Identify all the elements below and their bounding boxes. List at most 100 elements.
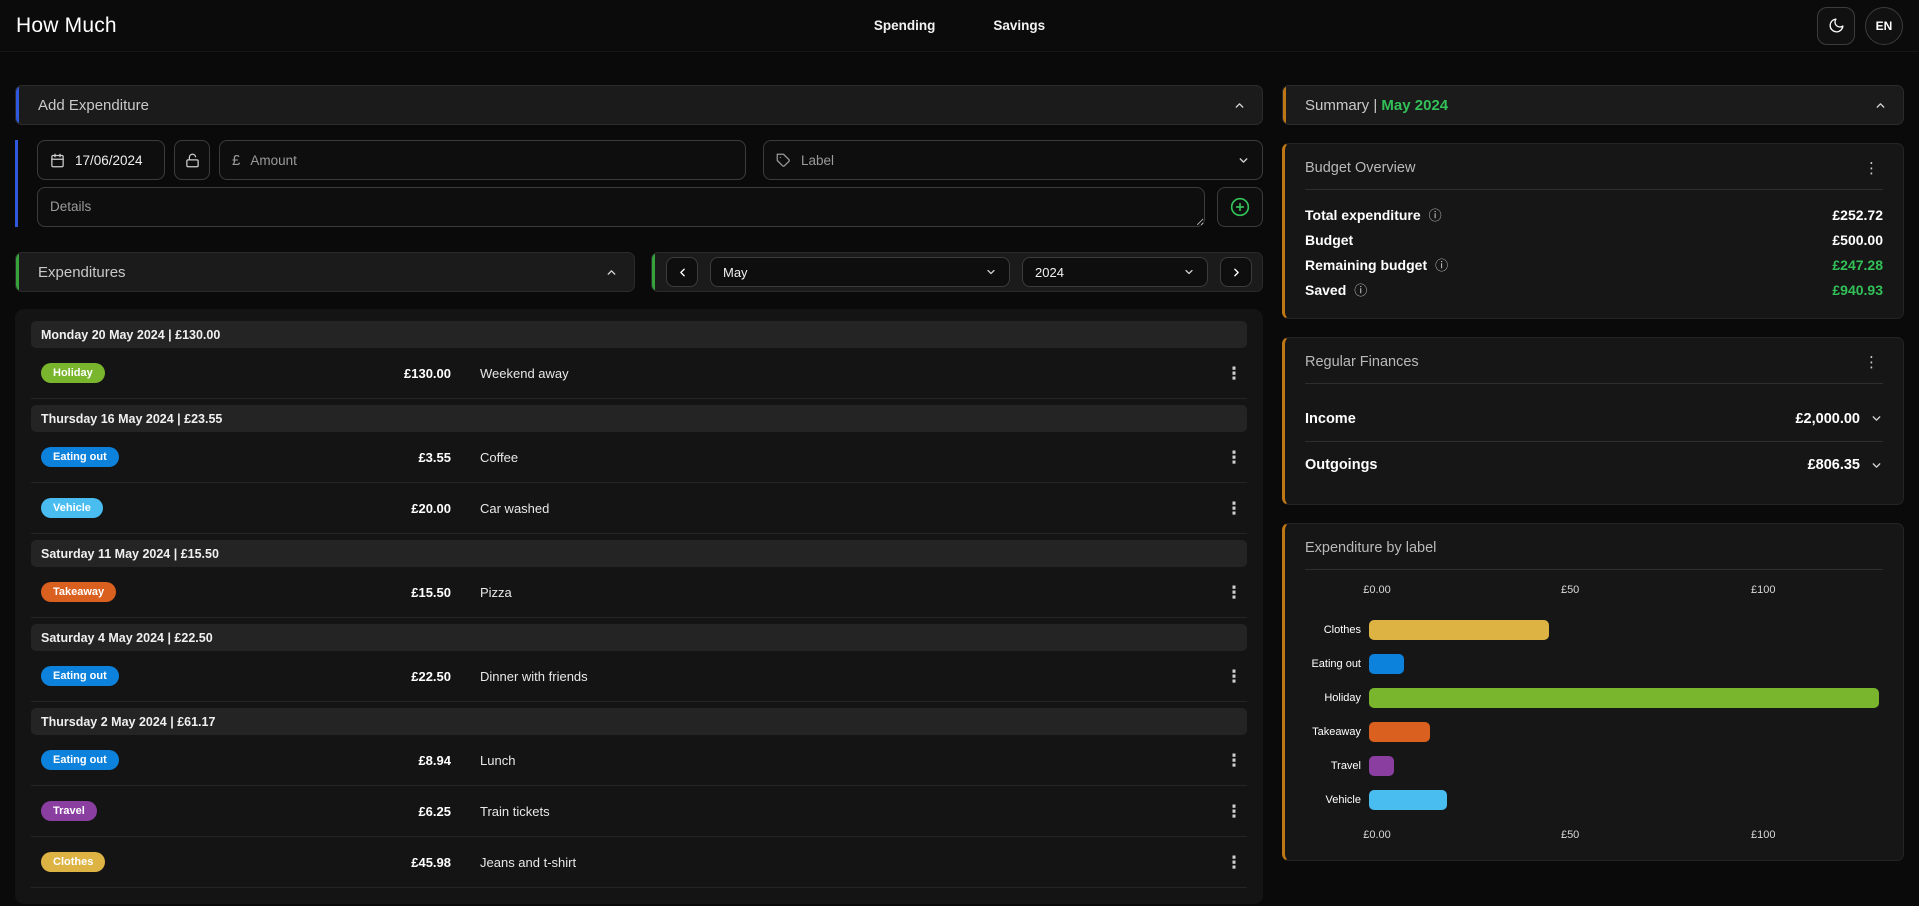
row-menu-button[interactable]: ⋮ (1221, 803, 1247, 820)
nav-savings[interactable]: Savings (993, 18, 1045, 33)
summary-title-prefix: Summary | (1305, 97, 1381, 114)
chart-bar (1369, 620, 1549, 640)
details-textarea[interactable] (37, 187, 1205, 227)
chart-bar-track (1369, 620, 1883, 640)
axis-tick-label: £0.00 (1363, 829, 1391, 841)
expenditure-row: Vehicle£20.00Car washed⋮ (31, 483, 1247, 534)
budget-overview-title: Budget Overview (1305, 160, 1415, 176)
chart-bar-row: Vehicle (1305, 783, 1883, 817)
previous-month-button[interactable] (666, 257, 698, 287)
chart-bars: ClothesEating outHolidayTakeawayTravelVe… (1305, 613, 1883, 817)
date-lock-button[interactable] (174, 140, 210, 180)
next-month-button[interactable] (1220, 257, 1252, 287)
chart-bar-row: Clothes (1305, 613, 1883, 647)
date-group: Thursday 16 May 2024 | £23.55Eating out£… (31, 405, 1247, 534)
app-root: How Much Spending Savings EN Add Expendi… (0, 0, 1919, 904)
expenditure-amount: £20.00 (161, 501, 451, 516)
date-group: Saturday 4 May 2024 | £22.50Eating out£2… (31, 624, 1247, 702)
expenditure-description: Weekend away (451, 366, 1207, 381)
row-menu-button[interactable]: ⋮ (1221, 449, 1247, 466)
info-icon[interactable]: ⓘ (1429, 205, 1442, 224)
chevron-down-icon (1183, 266, 1195, 278)
chart-bar-label: Holiday (1305, 692, 1369, 704)
expenditure-amount: £45.98 (161, 855, 451, 870)
date-group: Thursday 2 May 2024 | £61.17Eating out£8… (31, 708, 1247, 888)
chart-bar-track (1369, 790, 1883, 810)
budget-overview-menu-button[interactable]: ⋮ (1860, 159, 1883, 177)
label-select[interactable]: Label (763, 140, 1263, 180)
expenditure-amount: £8.94 (161, 753, 451, 768)
year-select[interactable]: 2024 (1022, 257, 1208, 287)
label-pill: Eating out (41, 666, 119, 686)
row-menu-button[interactable]: ⋮ (1221, 500, 1247, 517)
info-icon[interactable]: ⓘ (1435, 255, 1448, 274)
form-row-top: 17/06/2024 £ La (37, 140, 1263, 180)
divider (1305, 383, 1883, 384)
finance-row[interactable]: Income£2,000.00 (1305, 396, 1883, 442)
chart-card: Expenditure by label £0.00£50£100 Clothe… (1282, 523, 1904, 861)
date-group-header: Saturday 11 May 2024 | £15.50 (31, 540, 1247, 567)
expenditures-header[interactable]: Expenditures (15, 252, 635, 292)
add-expenditure-header[interactable]: Add Expenditure (15, 85, 1263, 125)
row-menu-button[interactable]: ⋮ (1221, 584, 1247, 601)
row-menu-button[interactable]: ⋮ (1221, 365, 1247, 382)
chevron-down-icon (1870, 412, 1883, 425)
chart-title: Expenditure by label (1305, 540, 1436, 556)
axis-tick-label: £100 (1751, 829, 1775, 841)
chart-axis-bottom: £0.00£50£100 (1377, 829, 1883, 844)
chevron-down-icon (985, 266, 997, 278)
chart-bar-row: Eating out (1305, 647, 1883, 681)
month-navigator: May 2024 (651, 252, 1263, 292)
expenditure-row: Takeaway£15.50Pizza⋮ (31, 567, 1247, 618)
label-pill: Eating out (41, 750, 119, 770)
app-logo[interactable]: How Much (16, 14, 117, 38)
topbar: How Much Spending Savings EN (0, 0, 1919, 52)
info-icon[interactable]: ⓘ (1354, 280, 1367, 299)
label-pill-cell: Clothes (31, 852, 161, 872)
chevron-up-icon (1874, 99, 1887, 112)
month-select[interactable]: May (710, 257, 1010, 287)
expenditure-description: Lunch (451, 753, 1207, 768)
chart-bar (1369, 790, 1447, 810)
expenditure-row: Eating out£3.55Coffee⋮ (31, 432, 1247, 483)
date-group-header: Saturday 4 May 2024 | £22.50 (31, 624, 1247, 651)
budget-row-value: £500.00 (1832, 232, 1883, 248)
amount-input[interactable] (250, 153, 733, 168)
regular-finances-card: Regular Finances ⋮ Income£2,000.00Outgoi… (1282, 337, 1904, 505)
regular-finances-title: Regular Finances (1305, 354, 1419, 370)
chart-bar-track (1369, 756, 1883, 776)
label-pill: Vehicle (41, 498, 103, 518)
chart-bar-row: Holiday (1305, 681, 1883, 715)
expenditures-header-row: Expenditures May (15, 252, 1263, 292)
add-expenditure-title: Add Expenditure (38, 97, 149, 114)
budget-row-value: £247.28 (1832, 257, 1883, 273)
expenditure-groups: Monday 20 May 2024 | £130.00Holiday£130.… (31, 321, 1247, 888)
row-menu-button[interactable]: ⋮ (1221, 668, 1247, 685)
expenditure-list: Monday 20 May 2024 | £130.00Holiday£130.… (15, 309, 1263, 904)
language-button[interactable]: EN (1865, 7, 1903, 45)
add-expenditure-submit-button[interactable] (1217, 187, 1263, 227)
finance-row-value: £806.35 (1808, 457, 1883, 473)
row-menu-button[interactable]: ⋮ (1221, 752, 1247, 769)
summary-header[interactable]: Summary | May 2024 (1282, 85, 1904, 125)
expenditure-description: Dinner with friends (451, 669, 1207, 684)
expenditure-row: Eating out£22.50Dinner with friends⋮ (31, 651, 1247, 702)
label-pill: Takeaway (41, 582, 116, 602)
chart-bar-row: Takeaway (1305, 715, 1883, 749)
main-content: Add Expenditure 17/06/2024 (0, 52, 1919, 904)
divider (1305, 189, 1883, 190)
expenditure-row: Eating out £8.94Lunch ⋮ (31, 735, 1247, 786)
row-menu-button[interactable]: ⋮ (1221, 854, 1247, 871)
chart-bar-label: Eating out (1305, 658, 1369, 670)
label-pill-cell: Vehicle (31, 498, 161, 518)
date-input[interactable]: 17/06/2024 (37, 140, 165, 180)
finance-row[interactable]: Outgoings£806.35 (1305, 442, 1883, 488)
expenditure-amount: £3.55 (161, 450, 451, 465)
theme-toggle-button[interactable] (1817, 7, 1855, 45)
chart-bar (1369, 756, 1394, 776)
nav-spending[interactable]: Spending (874, 18, 936, 33)
chevron-down-icon (1237, 154, 1250, 167)
summary-title: Summary | May 2024 (1305, 97, 1448, 114)
expenditure-description: Coffee (451, 450, 1207, 465)
regular-finances-menu-button[interactable]: ⋮ (1860, 353, 1883, 371)
